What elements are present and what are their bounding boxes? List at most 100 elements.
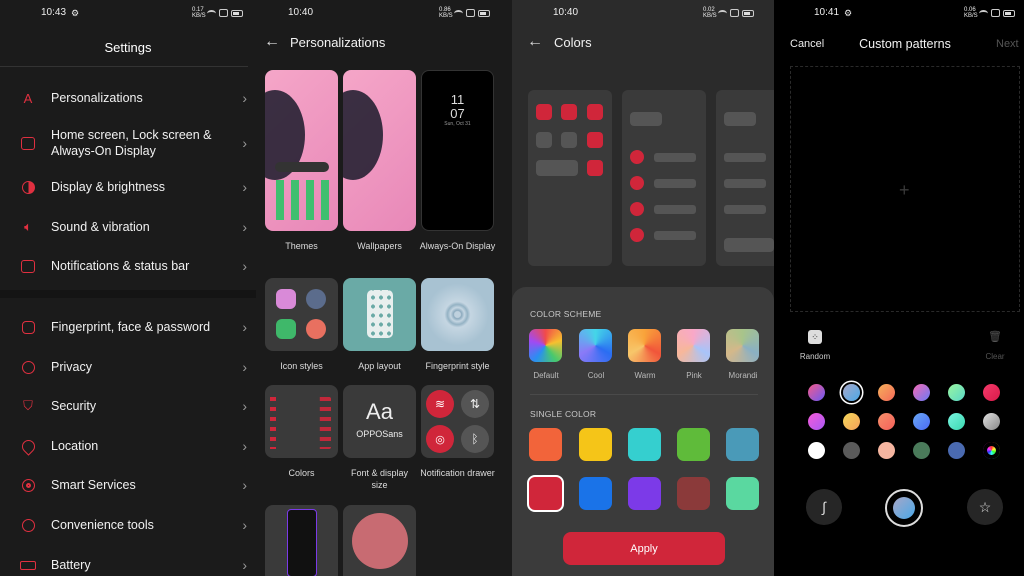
chevron-right-icon: ›	[242, 179, 247, 195]
trash-icon[interactable]: 🗑︎	[988, 330, 1002, 343]
color-dot[interactable]	[878, 413, 895, 430]
sound-icon: 🔈︎	[24, 219, 32, 234]
colors-tile[interactable]	[265, 385, 338, 458]
settings-item-convenience[interactable]: Convenience tools ›	[0, 508, 256, 542]
settings-item-battery[interactable]: Battery ›	[0, 548, 256, 576]
single-color-swatch[interactable]	[579, 477, 612, 510]
next-button[interactable]: Next	[996, 38, 1019, 50]
scheme-label: Pink	[686, 371, 702, 380]
tile-label: Notification drawer	[420, 468, 495, 478]
color-dot-selected[interactable]	[843, 384, 860, 401]
smart-services-icon	[20, 477, 36, 493]
preview-card	[716, 90, 774, 266]
single-color-swatch[interactable]	[677, 477, 710, 510]
fingerprint-style-tile[interactable]	[421, 278, 494, 351]
settings-item-label: Notifications & status bar	[51, 259, 190, 273]
notification-drawer-tile[interactable]: ≋ ⇅ ◎ ᛒ	[421, 385, 494, 458]
crosshair-icon: +	[899, 180, 910, 200]
aod-tile[interactable]: 11 07 Sun, Oct 31	[421, 70, 494, 231]
scheme-default-swatch[interactable]	[529, 329, 562, 362]
settings-item-home-screen[interactable]: Home screen, Lock screen & Always-On Dis…	[0, 125, 256, 161]
settings-item-label: Home screen, Lock screen & Always-On Dis…	[51, 128, 212, 158]
chevron-right-icon: ›	[242, 557, 247, 573]
pattern-canvas[interactable]: +	[790, 66, 1020, 312]
page-title: Custom patterns	[859, 37, 951, 51]
color-dot[interactable]	[878, 442, 895, 459]
single-color-swatch[interactable]	[579, 428, 612, 461]
color-dot[interactable]	[808, 413, 825, 430]
color-dot[interactable]	[913, 413, 930, 430]
dice-icon[interactable]: ⁘	[808, 330, 822, 344]
settings-item-sound[interactable]: 🔈︎ Sound & vibration ›	[0, 210, 256, 244]
status-time: 10:40	[553, 7, 579, 18]
single-color-swatch[interactable]	[529, 428, 562, 461]
scheme-cool-swatch[interactable]	[579, 329, 612, 362]
settings-item-privacy[interactable]: Privacy ›	[0, 350, 256, 384]
app-layout-tile[interactable]	[343, 278, 416, 351]
color-wheel-icon[interactable]	[983, 442, 1000, 459]
wifi-icon	[718, 9, 727, 17]
font-display-tile[interactable]: Aa OPPOSans	[343, 385, 416, 458]
scheme-morandi-swatch[interactable]	[726, 329, 759, 362]
tile-label: Themes	[285, 241, 318, 251]
settings-item-display[interactable]: Display & brightness ›	[0, 170, 256, 204]
settings-item-fingerprint[interactable]: Fingerprint, face & password ›	[0, 310, 256, 344]
settings-item-personalizations[interactable]: A Personalizations ›	[0, 81, 256, 115]
more-tile[interactable]	[265, 505, 338, 576]
single-color-swatch-selected[interactable]	[527, 475, 564, 512]
settings-item-label: Convenience tools	[51, 518, 154, 532]
tile-label: Icon styles	[280, 361, 323, 371]
color-dot[interactable]	[808, 442, 825, 459]
single-color-swatch[interactable]	[628, 428, 661, 461]
color-dot[interactable]	[983, 413, 1000, 430]
net-speed: 0.06 KB/S	[964, 7, 978, 19]
settings-item-notifications[interactable]: Notifications & status bar ›	[0, 249, 256, 283]
single-color-swatch[interactable]	[726, 477, 759, 510]
net-speed: 0.17 KB/S	[192, 7, 206, 19]
sim-icon	[219, 9, 228, 17]
single-color-swatch[interactable]	[677, 428, 710, 461]
color-dot[interactable]	[948, 384, 965, 401]
color-dot[interactable]	[843, 442, 860, 459]
chevron-right-icon: ›	[242, 517, 247, 533]
scheme-warm-swatch[interactable]	[628, 329, 661, 362]
draw-icon[interactable]: ∫	[806, 489, 842, 525]
settings-item-security[interactable]: ⛉ Security ›	[0, 389, 256, 423]
settings-item-smart-services[interactable]: Smart Services ›	[0, 468, 256, 502]
color-dot[interactable]	[948, 442, 965, 459]
color-dot[interactable]	[983, 384, 1000, 401]
settings-item-location[interactable]: Location ›	[0, 429, 256, 463]
lock-icon	[20, 319, 36, 335]
color-dot[interactable]	[913, 442, 930, 459]
tile-label: Wallpapers	[357, 241, 402, 251]
chevron-right-icon: ›	[242, 398, 247, 414]
icon-styles-tile[interactable]	[265, 278, 338, 351]
divider	[0, 66, 248, 67]
bluetooth-toggle-icon: ᛒ	[461, 425, 489, 453]
color-dot[interactable]	[913, 384, 930, 401]
settings-panel: 10:43 ⚙ 0.17 KB/S Settings A Personaliza…	[0, 0, 256, 576]
tile-label: Colors	[288, 468, 315, 478]
single-color-swatch[interactable]	[628, 477, 661, 510]
status-bar: 10:43 ⚙ 0.17 KB/S	[0, 7, 256, 21]
color-dot[interactable]	[808, 384, 825, 401]
page-title: Colors	[554, 35, 592, 50]
color-scheme-heading: COLOR SCHEME	[530, 309, 602, 319]
tile-label: Always-On Display	[419, 241, 496, 251]
star-icon[interactable]: ☆	[967, 489, 1003, 525]
section-gap	[0, 290, 256, 298]
status-bar: 10:41 ⚙ 0.06 KB/S	[774, 7, 1024, 21]
back-arrow-icon[interactable]: ←	[527, 33, 543, 51]
themes-tile[interactable]	[265, 70, 338, 231]
color-dot[interactable]	[948, 413, 965, 430]
back-arrow-icon[interactable]: ←	[264, 33, 280, 51]
scheme-pink-swatch[interactable]	[677, 329, 710, 362]
preview-card	[528, 90, 612, 266]
selected-color-button[interactable]	[885, 489, 923, 527]
single-color-swatch[interactable]	[726, 428, 759, 461]
apply-button[interactable]: Apply	[563, 532, 725, 565]
more-tile[interactable]	[343, 505, 416, 576]
color-dot[interactable]	[843, 413, 860, 430]
color-dot[interactable]	[878, 384, 895, 401]
wallpapers-tile[interactable]	[343, 70, 416, 231]
